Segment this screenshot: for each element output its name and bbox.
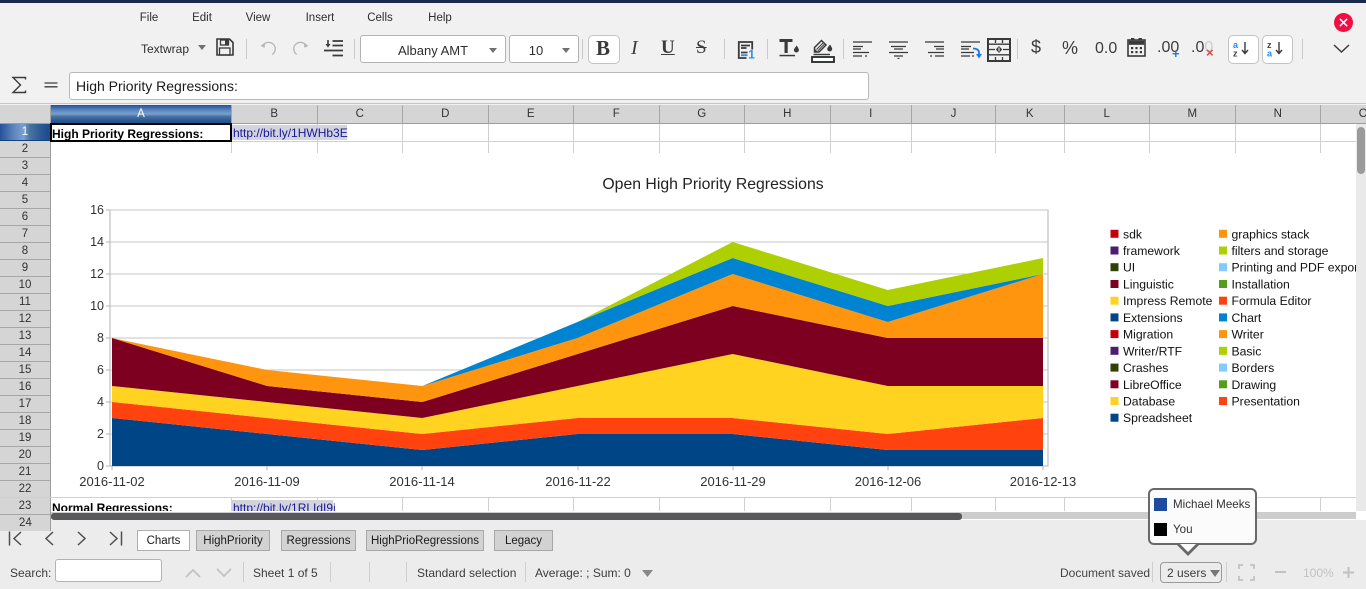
svg-text:framework: framework (1123, 244, 1181, 258)
svg-text:graphics stack: graphics stack (1232, 227, 1311, 241)
svg-text:2016-11-14: 2016-11-14 (389, 474, 455, 489)
svg-text:6: 6 (97, 363, 104, 377)
svg-text:2016-12-06: 2016-12-06 (855, 474, 922, 489)
svg-text:2016-12-13: 2016-12-13 (1010, 474, 1077, 489)
svg-text:Printing and PDF export: Printing and PDF export (1232, 261, 1363, 275)
svg-text:2: 2 (97, 427, 104, 441)
svg-text:Spreadsheet: Spreadsheet (1123, 411, 1193, 425)
svg-text:Migration: Migration (1123, 328, 1173, 342)
svg-text:Writer: Writer (1232, 328, 1264, 342)
svg-text:Database: Database (1123, 395, 1175, 409)
svg-text:LibreOffice: LibreOffice (1123, 378, 1182, 392)
svg-text:4: 4 (97, 395, 104, 409)
svg-text:2016-11-09: 2016-11-09 (234, 474, 300, 489)
svg-text:Drawing: Drawing (1232, 378, 1277, 392)
svg-text:0: 0 (97, 459, 104, 473)
svg-text:8: 8 (97, 331, 104, 345)
svg-text:2016-11-22: 2016-11-22 (545, 474, 611, 489)
svg-text:Installation: Installation (1232, 278, 1290, 292)
svg-text:14: 14 (90, 235, 104, 249)
svg-text:Formula Editor: Formula Editor (1232, 294, 1312, 308)
svg-text:Presentation: Presentation (1232, 395, 1300, 409)
svg-text:Extensions: Extensions (1123, 311, 1183, 325)
svg-text:Chart: Chart (1232, 311, 1262, 325)
svg-text:12: 12 (90, 267, 104, 281)
svg-text:10: 10 (90, 299, 104, 313)
svg-text:16: 16 (90, 203, 104, 217)
svg-text:Open High Priority Regressions: Open High Priority Regressions (602, 176, 823, 193)
svg-text:Crashes: Crashes (1123, 361, 1168, 375)
svg-text:Basic: Basic (1232, 344, 1262, 358)
svg-text:sdk: sdk (1123, 227, 1143, 241)
svg-text:UI: UI (1123, 261, 1135, 275)
svg-text:Impress Remote: Impress Remote (1123, 294, 1213, 308)
svg-text:Writer/RTF: Writer/RTF (1123, 344, 1182, 358)
svg-text:2016-11-02: 2016-11-02 (79, 474, 145, 489)
svg-text:2016-11-29: 2016-11-29 (700, 474, 766, 489)
svg-text:filters and storage: filters and storage (1232, 244, 1329, 258)
svg-text:Borders: Borders (1232, 361, 1275, 375)
svg-text:Linguistic: Linguistic (1123, 278, 1174, 292)
